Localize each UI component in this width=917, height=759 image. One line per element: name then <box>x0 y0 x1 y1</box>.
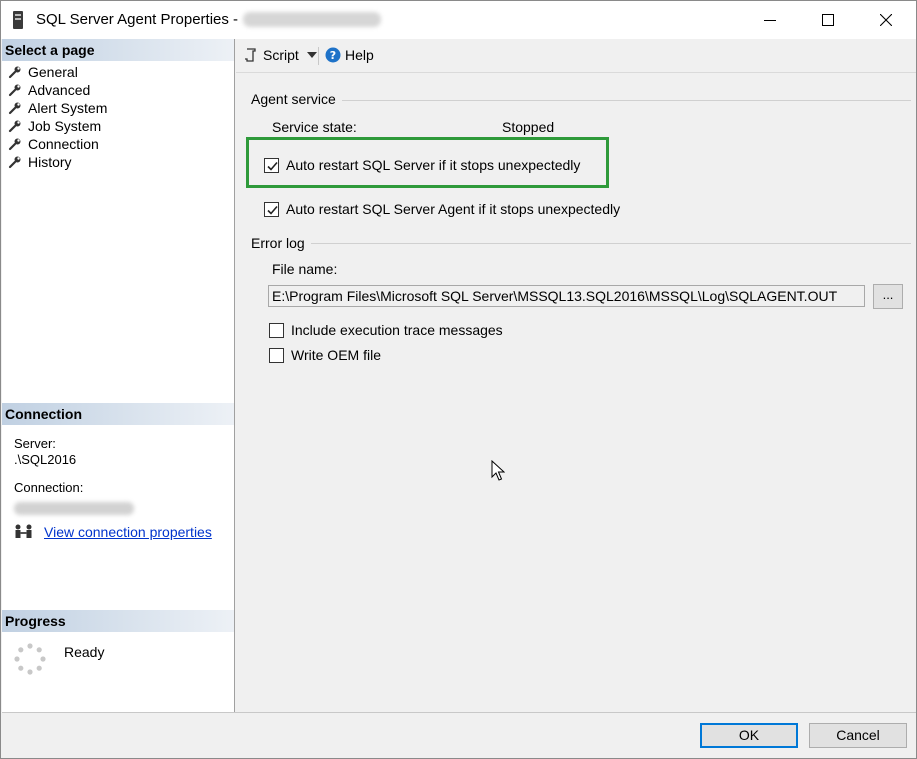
checkmark-icon <box>267 205 278 215</box>
select-page-header: Select a page <box>2 39 234 61</box>
include-trace-checkbox-row[interactable]: Include execution trace messages <box>269 322 503 338</box>
help-label: Help <box>345 47 374 63</box>
help-icon: ? <box>325 47 341 63</box>
page-list: General Advanced Alert System Job System… <box>8 63 107 171</box>
minimize-button[interactable] <box>747 1 793 39</box>
properties-dialog: SQL Server Agent Properties - Select a p… <box>0 0 917 759</box>
ok-button[interactable]: OK <box>700 723 798 748</box>
page-item-label: Connection <box>28 136 99 152</box>
redacted-server-name <box>243 12 381 27</box>
include-trace-label: Include execution trace messages <box>291 322 503 338</box>
error-log-file-name-field[interactable]: E:\Program Files\Microsoft SQL Server\MS… <box>268 285 865 307</box>
sql-agent-app-icon <box>13 11 23 29</box>
toolbar: Script ? Help <box>236 39 916 73</box>
title-bar: SQL Server Agent Properties - <box>1 1 916 39</box>
write-oem-checkbox-row[interactable]: Write OEM file <box>269 347 381 363</box>
wrench-icon <box>8 102 21 115</box>
write-oem-label: Write OEM file <box>291 347 381 363</box>
window-title: SQL Server Agent Properties - <box>36 11 239 28</box>
checkmark-icon <box>267 161 278 171</box>
page-item-alert-system[interactable]: Alert System <box>8 99 107 117</box>
include-trace-checkbox[interactable] <box>269 322 284 338</box>
dialog-button-bar: OK Cancel <box>2 712 916 758</box>
page-item-label: Job System <box>28 118 102 134</box>
maximize-icon <box>822 14 834 26</box>
wrench-icon <box>8 138 21 151</box>
chevron-down-icon[interactable] <box>306 51 317 59</box>
wrench-icon <box>8 84 21 97</box>
mouse-cursor-icon <box>491 460 505 481</box>
page-item-label: Alert System <box>28 100 108 116</box>
agent-service-divider <box>251 100 911 101</box>
page-item-label: History <box>28 154 72 170</box>
main-content: Agent service Service state: Stopped Aut… <box>236 74 916 712</box>
server-label: Server: <box>14 436 56 451</box>
cancel-button[interactable]: Cancel <box>809 723 907 748</box>
page-item-label: Advanced <box>28 82 91 98</box>
page-item-connection[interactable]: Connection <box>8 135 107 153</box>
close-button[interactable] <box>863 1 909 39</box>
auto-restart-sql-server-checkbox[interactable] <box>264 157 279 173</box>
left-pane: Select a page General Advanced Alert Sys… <box>2 39 235 712</box>
page-item-advanced[interactable]: Advanced <box>8 81 107 99</box>
auto-restart-agent-checkbox[interactable] <box>264 201 279 217</box>
view-connection-properties-link[interactable]: View connection properties <box>44 524 212 540</box>
help-button[interactable]: ? Help <box>325 47 374 63</box>
page-item-general[interactable]: General <box>8 63 107 81</box>
progress-header: Progress <box>2 610 234 632</box>
connection-label: Connection: <box>14 480 84 495</box>
server-value: .\SQL2016 <box>14 452 77 467</box>
wrench-icon <box>8 120 21 133</box>
write-oem-checkbox[interactable] <box>269 347 284 363</box>
wrench-icon <box>8 66 21 79</box>
page-item-job-system[interactable]: Job System <box>8 117 107 135</box>
maximize-button[interactable] <box>805 1 851 39</box>
service-state-label: Service state: <box>272 119 357 135</box>
script-button[interactable]: Script <box>244 47 317 63</box>
script-icon <box>245 48 256 62</box>
progress-status: Ready <box>64 644 105 660</box>
wrench-icon <box>8 156 21 169</box>
file-name-label: File name: <box>272 261 338 277</box>
progress-spinner-icon <box>14 643 46 675</box>
script-label: Script <box>263 47 299 63</box>
agent-service-group-title: Agent service <box>251 91 342 107</box>
error-log-divider <box>251 243 911 244</box>
auto-restart-agent-label: Auto restart SQL Server Agent if it stop… <box>286 201 621 217</box>
auto-restart-sql-server-checkbox-row[interactable]: Auto restart SQL Server if it stops unex… <box>264 157 580 173</box>
minimize-icon <box>764 20 776 21</box>
connection-header: Connection <box>2 403 234 425</box>
page-item-history[interactable]: History <box>8 153 107 171</box>
page-item-label: General <box>28 64 78 80</box>
toolbar-separator <box>318 47 319 65</box>
error-log-group-title: Error log <box>251 235 311 251</box>
close-icon <box>880 14 892 26</box>
service-state-value: Stopped <box>502 119 555 135</box>
browse-button[interactable]: ... <box>873 284 903 309</box>
auto-restart-agent-checkbox-row[interactable]: Auto restart SQL Server Agent if it stop… <box>264 201 620 217</box>
auto-restart-sql-server-label: Auto restart SQL Server if it stops unex… <box>286 157 581 173</box>
connection-properties-icon <box>15 524 32 538</box>
svg-text:?: ? <box>330 49 336 62</box>
view-connection-properties: View connection properties <box>14 523 212 541</box>
redacted-connection-value <box>14 502 134 515</box>
